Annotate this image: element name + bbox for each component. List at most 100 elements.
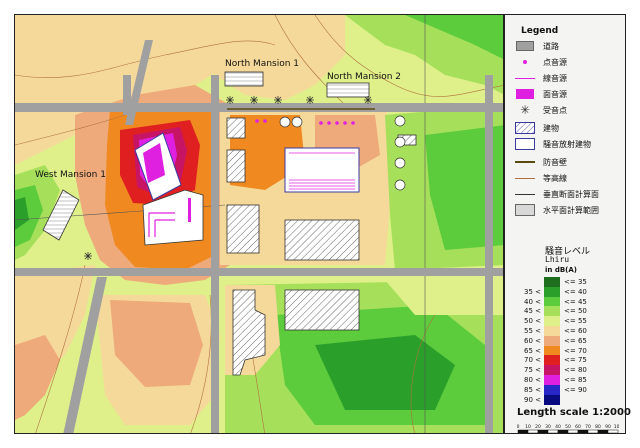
noise-bin-9: 75 < <= 80 [513,365,587,376]
noise-level-unit: in dB(A) [545,266,577,274]
noise-bin-swatch [544,316,560,327]
noise-barrier-symbol [515,156,535,168]
noise-bin-2: 40 < <= 45 [513,296,587,307]
noise-bin-low-label: 55 < [524,327,541,335]
legend-label-area-source: 面音源 [543,89,567,99]
noise-bin-swatch [544,355,560,366]
noise-bin-12: 90 < [513,394,564,405]
legend-item-contour: 等高線 [515,171,567,185]
scale-bar: 0 10 20 30 40 50 60 70 80 90100 [517,424,619,434]
scale-segment [557,429,569,434]
road-centre-vertical [211,75,219,433]
legend-item-point-source: 点音源 [515,55,567,69]
legend-label-vertical-section: 垂直断面計算面 [543,189,599,199]
noise-bin-low-label: 60 < [524,336,541,345]
scale-segment [567,429,579,434]
legend-panel: Legend 道路 点音源 線音源 面音源 ✳ 受音点 建物 騒音放射建物 防音… [504,14,631,434]
scale-tick-label: 60 [575,424,581,430]
noise-bin-6: 60 < <= 65 [513,335,587,346]
legend-label-point-source: 点音源 [543,57,567,67]
noise-bin-10: 80 < <= 85 [513,375,587,385]
noise-bin-swatch [544,277,560,287]
noise-bin-swatch [544,326,560,336]
label-north-mansion-2: North Mansion 2 [327,72,402,82]
scale-segment [537,429,549,434]
scale-tick-label: 10 [525,424,531,430]
legend-label-horizontal-area: 水平面計算範囲 [543,205,599,215]
noise-map-svg [15,15,503,433]
legend-item-line-source: 線音源 [515,71,567,85]
noise-bin-low-label: 85 < [524,385,541,394]
noise-bin-swatch [544,335,560,346]
building-campus-a [226,117,246,139]
building-campus-b [226,149,246,183]
noise-bin-low-label: 50 < [524,317,541,326]
noise-bin-3: 45 < <= 50 [513,306,587,317]
noise-bin-swatch [544,375,560,385]
scale-title: Length scale 1:2000 [517,407,631,418]
receiver-symbol: ✳ [519,103,531,117]
legend-item-building: 建物 [515,121,559,135]
legend-label-contour: 等高線 [543,173,567,183]
scale-segment [597,429,609,434]
road-south [15,268,503,276]
label-north-mansion-1: North Mansion 1 [225,59,300,69]
building-north-mansion-2 [326,82,370,98]
label-west-mansion-1: West Mansion 1 [35,170,106,180]
scale-tick-label: 70 [585,424,591,430]
scale-segment [527,429,539,434]
legend-label-road: 道路 [543,41,559,51]
noise-map-figure: North Mansion 1 North Mansion 2 West Man… [0,0,640,448]
area-source-symbol [515,88,535,100]
noise-bin-high-label: <= 35 [564,278,587,286]
scale-tick-label: 100 [614,424,619,430]
noise-bin-swatch [544,306,560,317]
legend-label-line-source: 線音源 [543,73,567,83]
noise-bin-swatch [544,394,560,405]
scale-segment [577,429,589,434]
noise-bin-0: <= 35 [513,277,587,287]
noise-bin-11: 85 < <= 90 [513,384,587,395]
legend-item-vertical-section: 垂直断面計算面 [515,187,599,201]
scale-segment [517,429,529,434]
scale-tick-label: 0 [517,424,520,430]
noise-bin-low-label: 65 < [524,346,541,355]
noise-bin-high-label: <= 85 [564,376,587,384]
road-symbol [515,40,535,52]
area-source-lower-a [188,198,191,222]
contour-symbol [515,172,535,184]
noise-bin-low-label: 35 < [524,287,541,296]
point-source-symbol [515,56,535,68]
noise-level-metric: Lhiru [545,255,570,264]
scale-tick-label: 50 [565,424,571,430]
noise-bin-low-label: 90 < [524,395,541,404]
noise-bin-high-label: <= 45 [564,297,587,306]
noise-bin-1: 35 < <= 40 [513,286,587,297]
building-symbol [515,122,535,134]
legend-label-noise-barrier: 防音壁 [543,157,567,167]
road-north [15,103,503,112]
noise-bin-high-label: <= 80 [564,366,587,375]
legend-label-building: 建物 [543,123,559,133]
scale-tick-label: 30 [545,424,551,430]
building-campus-e [284,289,360,331]
line-source-symbol [515,72,535,84]
noise-map-panel: North Mansion 1 North Mansion 2 West Man… [14,14,504,434]
noise-bin-low-label: 75 < [524,366,541,375]
legend-item-radiating-building: 騒音放射建物 [515,137,591,151]
noise-bin-swatch [544,286,560,297]
scale-tick-label: 20 [535,424,541,430]
noise-bin-swatch [544,384,560,395]
legend-item-horizontal-area: 水平面計算範囲 [515,203,599,217]
noise-bin-high-label: <= 60 [564,327,587,335]
vertical-section-symbol [515,188,535,200]
noise-bin-swatch [544,345,560,356]
noise-bin-high-label: <= 75 [564,356,587,365]
scale-tick-label: 90 [605,424,611,430]
noise-bin-high-label: <= 90 [564,385,587,394]
horizontal-area-symbol [515,204,535,216]
noise-bin-high-label: <= 50 [564,307,587,316]
noise-bin-high-label: <= 55 [564,317,587,326]
legend-label-receiver: 受音点 [543,105,567,115]
noise-bin-high-label: <= 40 [564,287,587,296]
